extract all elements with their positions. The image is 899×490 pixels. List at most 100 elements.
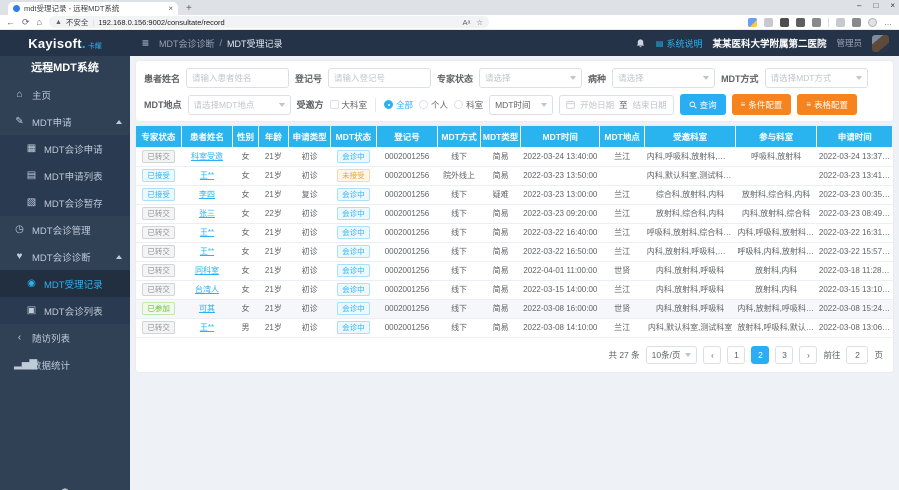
goto-page-input[interactable] [846,346,868,364]
split-screen-icon[interactable] [836,18,845,27]
draft-icon: ▧ [26,197,37,208]
table-config-button[interactable]: ≡ 表格配置 [797,94,857,115]
sidebar-item-statistics[interactable]: ▂▅▇数据统计 [0,351,130,378]
table-cell: 0002001256 [376,223,438,242]
table-cell: 会诊中 [331,242,376,261]
sidebar-item-mdt-apply-form[interactable]: ▦MDT会诊申请 [0,135,130,162]
table-cell: 21岁 [258,318,288,337]
table-cell: 简易 [480,166,521,185]
form-icon: ▦ [26,143,37,154]
radio-icon [454,100,463,109]
breadcrumb-parent[interactable]: MDT会诊诊断 [159,37,215,50]
table-cell: 2022-03-15 14:00:00 [521,280,600,299]
time-field-select[interactable]: MDT时间 [489,95,553,115]
date-range-picker[interactable]: 开始日期 至 结束日期 [559,95,674,115]
window-minimize-button[interactable]: – [857,1,861,10]
patient-name-link[interactable]: 台湾人 [195,285,219,294]
chevron-up-icon [116,120,122,124]
search-button[interactable]: 查询 [680,94,726,115]
read-aloud-icon[interactable]: Aᵃ [462,18,470,27]
extension-icon[interactable] [764,18,773,27]
profile-icon[interactable] [868,18,877,27]
table-cell: 兰江 [599,185,644,204]
patient-name-link[interactable]: 王** [200,171,214,180]
table-cell: 2022-03-22 16:40:00 [521,223,600,242]
total-count: 共 27 条 [608,349,639,361]
extension-icon[interactable] [812,18,821,27]
patient-name-link[interactable]: 科室受邀 [191,152,223,161]
register-no-input[interactable] [328,68,431,88]
table-cell: 2022-03-08 16:00:00 [521,299,600,318]
page-button-3[interactable]: 3 [775,346,793,364]
radio-all[interactable]: 全部 [384,99,413,111]
table-cell: 女 [233,166,259,185]
sidebar-item-mdt-apply[interactable]: ✎MDT申请 [0,108,130,135]
browser-menu-icon[interactable]: … [884,18,893,27]
window-maximize-button[interactable]: □ [873,1,878,10]
collections-icon[interactable] [852,18,861,27]
mdt-mode-select[interactable]: 请选择MDT方式 [765,68,868,88]
table-cell: 女 [233,280,259,299]
notification-bell-icon[interactable] [635,38,646,49]
condition-config-button[interactable]: ≡ 条件配置 [732,94,792,115]
sidebar-item-label: MDT会诊暂存 [44,196,103,210]
sidebar-item-follow-up[interactable]: ‹随访列表 [0,324,130,351]
home-icon[interactable]: ⌂ [37,18,42,27]
patient-name-input[interactable] [186,68,289,88]
table-cell: 0002001256 [376,280,438,299]
sidebar-item-mdt-record[interactable]: ◉MDT受理记录 [0,270,130,297]
system-help-link[interactable]: ▤ 系统说明 [656,37,703,50]
table-cell: 放射科,综合科,内科 [645,204,736,223]
page-button-2[interactable]: 2 [751,346,769,364]
sidebar-item-mdt-apply-draft[interactable]: ▧ MDT会诊暂存 [0,189,130,216]
patient-name-link[interactable]: 张三 [199,209,215,218]
sidebar-item-mdt-diagnosis[interactable]: ♥MDT会诊诊断 [0,243,130,270]
prev-page-button[interactable]: ‹ [703,346,721,364]
patient-name-link[interactable]: 王** [200,228,214,237]
table-cell: 初诊 [288,318,330,337]
table-cell: 2022-03-18 11:28:25 [817,261,893,280]
browser-tab[interactable]: mdt受理记录 - 远程MDT系统 × [8,2,178,15]
mdt-place-select[interactable]: 请选择MDT地点 [188,95,291,115]
patient-name-link[interactable]: 李四 [199,190,215,199]
settings-gear-icon[interactable]: ⚙ [0,486,130,490]
menu-collapse-icon[interactable]: ≡ [142,36,149,50]
radio-personal[interactable]: 个人 [419,99,448,111]
sidebar: 远程MDT系统 ⌂主页✎MDT申请▦MDT会诊申请▤MDT申请列表▧MDT会诊暂… [0,56,130,490]
disease-select[interactable]: 请选择 [612,68,715,88]
mdt-status-badge: 会诊中 [337,226,370,239]
page-button-1[interactable]: 1 [727,346,745,364]
patient-name-link[interactable]: 可其 [199,304,215,313]
back-icon[interactable]: ← [6,18,15,27]
radio-dept[interactable]: 科室 [454,99,483,111]
extension-icon[interactable] [780,18,789,27]
reload-icon[interactable]: ⟳ [22,18,30,27]
table-cell: 张三 [181,204,232,223]
page-size-select[interactable]: 10条/页 [646,346,698,364]
table-cell: 21岁 [258,261,288,280]
clock-icon: ◷ [14,224,25,235]
favorite-star-icon[interactable]: ☆ [476,18,483,27]
patient-name-link[interactable]: 王** [200,323,214,332]
next-page-button[interactable]: › [799,346,817,364]
table-cell: 初诊 [288,204,330,223]
sidebar-item-home[interactable]: ⌂主页 [0,81,130,108]
window-close-button[interactable]: × [890,1,895,10]
user-avatar[interactable] [872,35,889,52]
expert-status-select[interactable]: 请选择 [479,68,582,88]
tab-close-icon[interactable]: × [168,4,173,13]
calendar-icon [566,100,575,109]
major-dept-checkbox[interactable]: 大科室 [330,99,368,111]
new-tab-button[interactable]: + [186,3,192,15]
sidebar-item-mdt-consult-list[interactable]: ▣MDT会诊列表 [0,297,130,324]
table-row: 已转交台湾人女21岁初诊会诊中0002001256线下简易2022-03-15 … [136,280,893,299]
sidebar-item-mdt-manage[interactable]: ◷ MDT会诊管理 [0,216,130,243]
sidebar-item-mdt-apply-list[interactable]: ▤MDT申请列表 [0,162,130,189]
extension-icon[interactable] [796,18,805,27]
extension-icon[interactable] [748,18,757,27]
url-field[interactable]: ▲ 不安全 | 192.168.0.156:9002/consultate/re… [49,16,489,28]
mdt-status-badge: 会诊中 [337,283,370,296]
sidebar-item-label: MDT会诊管理 [32,223,91,237]
patient-name-link[interactable]: 王** [200,247,214,256]
patient-name-link[interactable]: 同科室 [195,266,219,275]
